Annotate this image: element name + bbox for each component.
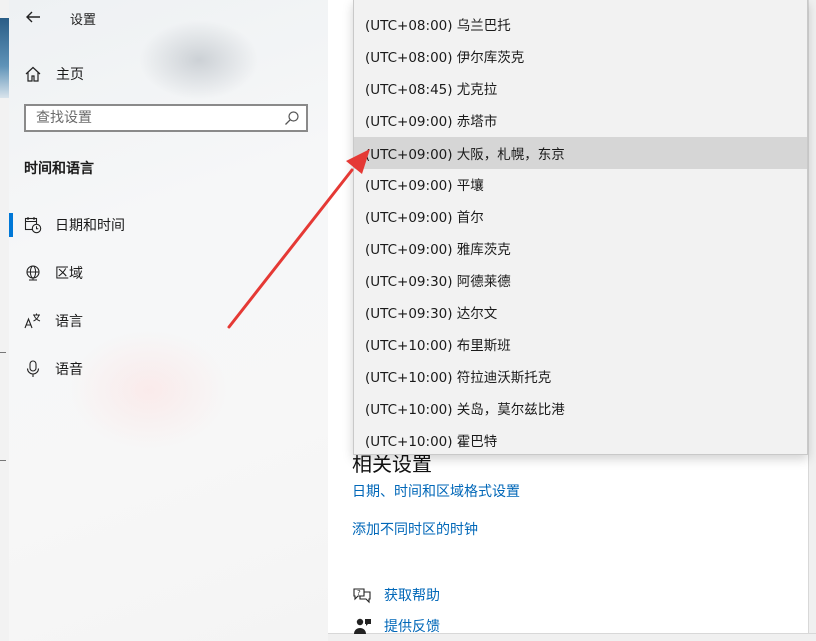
help-chat-icon: ? (353, 588, 371, 604)
search-icon[interactable] (284, 110, 300, 126)
region-format-link[interactable]: 日期、时间和区域格式设置 (352, 481, 520, 501)
section-title: 时间和语言 (24, 161, 94, 177)
timezone-option[interactable]: (UTC+09:30) 阿德莱德 (354, 264, 807, 296)
microphone-icon (26, 360, 40, 377)
calendar-clock-icon (24, 217, 42, 234)
sidebar-item-label: 语言 (55, 314, 83, 330)
globe-icon (26, 265, 40, 281)
timezone-option[interactable]: (UTC+10:00) 布里斯班 (354, 328, 807, 360)
feedback-link[interactable]: 提供反馈 (352, 616, 440, 636)
active-indicator (9, 357, 13, 381)
sidebar-item-label: 区域 (55, 266, 83, 282)
sidebar-item-region[interactable]: 区域 (9, 259, 328, 287)
desktop-wallpaper-fragment (0, 18, 9, 98)
feedback-person-icon (354, 618, 371, 634)
active-indicator (9, 213, 13, 237)
settings-search-box[interactable] (24, 104, 308, 132)
sidebar-item-language[interactable]: 语言 (9, 307, 328, 335)
window-title: 设置 (70, 13, 97, 28)
timezone-option[interactable]: (UTC+09:00) 首尔 (354, 200, 807, 232)
back-button[interactable] (22, 6, 44, 28)
feedback-label: 提供反馈 (384, 619, 440, 635)
timezone-option[interactable]: (UTC+08:00) 乌兰巴托 (354, 8, 807, 40)
timezone-option[interactable]: (UTC+10:00) 关岛，莫尔兹比港 (354, 392, 807, 424)
home-label: 主页 (56, 67, 84, 83)
timezone-option[interactable]: (UTC+10:00) 符拉迪沃斯托克 (354, 360, 807, 392)
svg-text:?: ? (357, 589, 361, 597)
active-indicator (9, 261, 13, 285)
back-arrow-icon (26, 11, 40, 23)
sidebar-item-date-time[interactable]: 日期和时间 (9, 211, 328, 239)
add-clocks-link[interactable]: 添加不同时区的时钟 (352, 519, 478, 539)
timezone-option[interactable]: (UTC+09:00) 雅库茨克 (354, 232, 807, 264)
timezone-option[interactable]: (UTC+10:00) 霍巴特 (354, 424, 807, 454)
get-help-label: 获取帮助 (384, 588, 440, 604)
sidebar-item-label: 语音 (55, 362, 83, 378)
timezone-dropdown-list[interactable]: (UTC+08:00) 乌兰巴托 (UTC+08:00) 伊尔库茨克 (UTC+… (353, 0, 808, 455)
timezone-option[interactable]: (UTC+08:00) 伊尔库茨克 (354, 40, 807, 72)
desktop-mark (0, 352, 6, 353)
timezone-option[interactable]: (UTC+09:30) 达尔文 (354, 296, 807, 328)
search-input[interactable] (26, 106, 284, 130)
desktop-mark (0, 460, 6, 461)
sidebar-item-label: 日期和时间 (55, 218, 125, 234)
timezone-option[interactable]: (UTC+09:00) 平壤 (354, 168, 807, 200)
home-nav-item[interactable]: 主页 (24, 62, 84, 86)
language-icon (24, 313, 41, 329)
timezone-option[interactable]: (UTC+09:00) 赤塔市 (354, 104, 807, 136)
timezone-option[interactable]: (UTC+08:45) 尤克拉 (354, 72, 807, 104)
window-border (808, 0, 816, 641)
sidebar-item-speech[interactable]: 语音 (9, 355, 328, 383)
get-help-link[interactable]: ? 获取帮助 (352, 585, 440, 605)
timezone-option-highlighted[interactable]: (UTC+09:00) 大阪，札幌，东京 (354, 137, 807, 169)
active-indicator (9, 309, 13, 333)
acrylic-highlight (139, 20, 259, 100)
home-icon (25, 66, 41, 82)
desktop-edge (0, 0, 9, 641)
acrylic-highlight (69, 330, 229, 450)
